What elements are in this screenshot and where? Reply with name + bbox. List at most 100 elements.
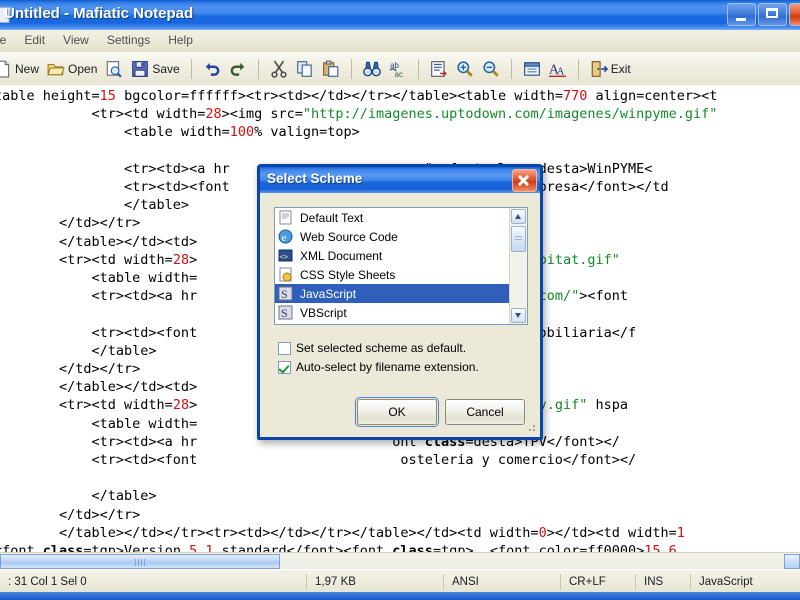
menu-item-help[interactable]: Help [159, 30, 202, 50]
toolbar-separator [350, 58, 352, 79]
chevron-down-icon [515, 313, 521, 318]
goto-line-icon [430, 60, 447, 77]
maximize-button[interactable] [758, 3, 787, 26]
auto-select-checkbox[interactable] [278, 360, 291, 374]
toolbar-open-label: Open [68, 61, 98, 76]
dialog-title-bar: Select Scheme [260, 167, 540, 193]
menu-item-file[interactable]: File [0, 30, 15, 50]
xml-tag-icon: <> [278, 249, 293, 262]
dialog-close-button[interactable] [512, 169, 537, 192]
status-caret-position: : 31 Col 1 Sel 0 [8, 575, 87, 588]
toolbar-redo-button[interactable] [225, 56, 251, 82]
listbox-scrollbar-thumb[interactable] [511, 226, 526, 252]
menu-bar: File Edit View Settings Help [0, 30, 800, 53]
open-folder-icon [47, 63, 65, 75]
application-window: Untitled - Mafiatic Notepad File Edit Vi… [0, 0, 800, 600]
scheme-list-item[interactable]: <> XML Document [275, 246, 510, 265]
close-button[interactable] [789, 3, 800, 26]
new-file-icon [0, 60, 10, 77]
scheme-item-label: VBScript [300, 305, 347, 320]
scheme-list-item[interactable]: S VBScript [275, 303, 510, 322]
toolbar-goto-line-button[interactable] [426, 56, 452, 82]
svg-text:e: e [282, 232, 287, 244]
window-title: Untitled - Mafiatic Notepad [4, 5, 194, 22]
scheme-item-label: Web Source Code [300, 229, 398, 244]
view-panel-icon [523, 61, 540, 76]
exit-door-icon [591, 60, 608, 77]
font-icon: A A [548, 61, 566, 77]
toolbar-zoom-in-button[interactable] [452, 56, 478, 82]
horizontal-scrollbar-thumb[interactable] [0, 554, 280, 569]
toolbar-separator [257, 58, 259, 79]
chevron-up-icon [515, 214, 521, 219]
ok-button[interactable]: OK [355, 397, 439, 427]
toolbar-save-button[interactable]: Save [127, 56, 183, 82]
toolbar: New Open Save ab ac A A Exit [0, 52, 800, 86]
title-bar: Untitled - Mafiatic Notepad [0, 0, 800, 30]
toolbar-separator [190, 58, 192, 79]
toolbar-open-button[interactable]: Open [43, 56, 101, 82]
listbox-scrollbar[interactable] [509, 208, 527, 324]
zoom-in-icon [457, 60, 473, 77]
menu-item-view[interactable]: View [54, 30, 98, 50]
scheme-item-label: Default Text [300, 210, 364, 225]
scheme-list-item[interactable]: CSS Style Sheets [275, 265, 510, 284]
scheme-listbox[interactable]: Default Text e Web Source Code <> XML Docume… [274, 207, 528, 325]
undo-icon [205, 62, 220, 76]
toolbar-save-label: Save [152, 61, 180, 76]
toolbar-paste-button[interactable] [318, 56, 344, 82]
menu-item-edit[interactable]: Edit [15, 30, 54, 50]
status-scheme: JavaScript [699, 575, 753, 588]
toolbar-print-preview-button[interactable] [101, 56, 127, 82]
toolbar-font-button[interactable]: A A [545, 56, 571, 82]
print-preview-icon [107, 60, 123, 78]
scroll-down-button[interactable] [511, 308, 526, 323]
css-page-icon [279, 267, 292, 282]
toolbar-view-panel-button[interactable] [519, 56, 545, 82]
status-insert-mode: INS [644, 575, 664, 588]
set-default-checkbox-row[interactable]: Set selected scheme as default. [278, 341, 466, 355]
replace-icon: ab ac [389, 60, 403, 78]
save-disk-icon [132, 60, 149, 77]
toolbar-separator [510, 58, 512, 79]
resize-grip[interactable] [526, 424, 537, 435]
toolbar-find-button[interactable] [359, 56, 385, 82]
toolbar-replace-button[interactable]: ab ac [385, 56, 411, 82]
status-line-ending: CR+LF [569, 575, 606, 588]
scroll-up-button[interactable] [511, 209, 526, 224]
auto-select-checkbox-row[interactable]: Auto-select by filename extension. [278, 360, 479, 374]
svg-text:<>: <> [280, 253, 288, 261]
set-default-checkbox[interactable] [278, 341, 291, 355]
toolbar-copy-button[interactable] [292, 56, 318, 82]
scheme-list-item[interactable]: e Web Source Code [275, 227, 510, 246]
toolbar-new-button[interactable]: New [0, 56, 43, 82]
redo-icon [230, 62, 244, 76]
status-encoding: ANSI [452, 575, 479, 588]
toolbar-cut-button[interactable] [266, 56, 292, 82]
toolbar-new-label: New [15, 61, 40, 76]
scheme-list-item[interactable]: S JavaScript [275, 284, 510, 303]
maximize-icon [766, 8, 778, 18]
horizontal-scrollbar[interactable] [0, 552, 800, 570]
set-default-label: Set selected scheme as default. [296, 341, 467, 355]
dialog-title: Select Scheme [267, 171, 363, 186]
toolbar-undo-button[interactable] [199, 56, 225, 82]
toolbar-exit-label: Exit [610, 61, 631, 76]
scheme-item-label: JavaScript [300, 286, 357, 301]
window-controls [727, 3, 800, 26]
toolbar-exit-button[interactable]: Exit [586, 56, 635, 82]
browser-e-icon: e [278, 229, 293, 244]
toolbar-zoom-out-button[interactable] [478, 56, 504, 82]
auto-select-label: Auto-select by filename extension. [296, 360, 479, 374]
script-js-icon: S [278, 286, 293, 301]
menu-item-settings[interactable]: Settings [98, 30, 159, 50]
script-vb-icon: S [278, 305, 293, 320]
document-icon [279, 210, 292, 225]
zoom-out-icon [483, 60, 499, 77]
horizontal-scroll-right-button[interactable] [784, 554, 800, 569]
scheme-list-item[interactable]: Default Text [275, 208, 510, 227]
copy-icon [296, 60, 312, 77]
find-binoculars-icon [362, 61, 381, 76]
minimize-button[interactable] [727, 3, 756, 26]
cancel-button[interactable]: Cancel [445, 399, 525, 425]
